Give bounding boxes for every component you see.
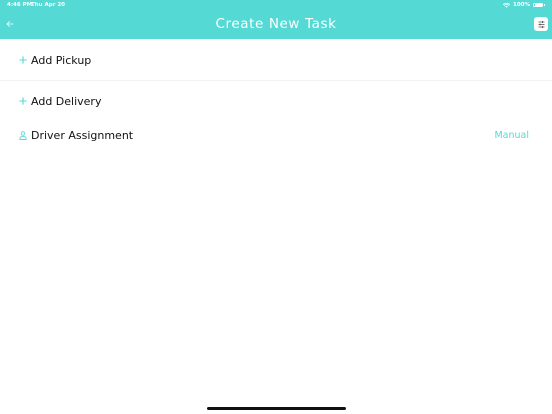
plus-icon	[18, 96, 28, 106]
status-bar: 4:46 PM Thu Apr 20 100%	[0, 0, 552, 11]
wifi-icon	[503, 2, 510, 8]
header-bar: 4:46 PM Thu Apr 20 100% Create New Task	[0, 0, 552, 39]
driver-assignment-row[interactable]: Driver Assignment Manual	[0, 120, 552, 150]
plus-icon	[18, 55, 28, 65]
person-icon	[18, 130, 28, 140]
divider	[0, 80, 552, 81]
driver-assignment-value[interactable]: Manual	[494, 130, 529, 141]
add-pickup-row[interactable]: Add Pickup	[0, 45, 552, 75]
battery-cap	[544, 4, 545, 6]
battery-percent: 100%	[513, 2, 530, 8]
status-date: Thu Apr 20	[31, 2, 65, 8]
sliders-icon	[538, 20, 544, 28]
add-pickup-label: Add Pickup	[31, 53, 92, 67]
driver-assignment-label: Driver Assignment	[31, 128, 134, 142]
add-delivery-row[interactable]: Add Delivery	[0, 86, 552, 116]
status-indicators: 100%	[503, 2, 545, 8]
filter-button[interactable]	[534, 17, 548, 31]
page-title: Create New Task	[215, 16, 337, 32]
battery-icon	[533, 2, 543, 8]
status-time: 4:46 PM	[7, 2, 33, 8]
home-indicator	[207, 407, 346, 410]
add-delivery-label: Add Delivery	[31, 94, 102, 108]
